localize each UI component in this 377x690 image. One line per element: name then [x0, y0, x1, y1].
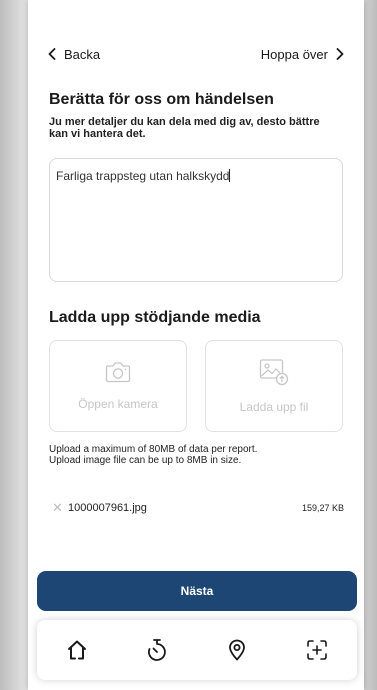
chevron-right-icon [336, 48, 344, 60]
chevron-left-icon [48, 48, 56, 60]
back-label: Backa [64, 46, 101, 62]
close-icon[interactable]: ✕ [52, 500, 68, 516]
description-input[interactable]: Farliga trappsteg utan halkskydd [49, 158, 343, 282]
next-button[interactable]: Nästa [37, 571, 357, 611]
description-value: Farliga trappsteg utan halkskydd [56, 169, 230, 183]
open-camera-button[interactable]: Öppen kamera [49, 340, 187, 432]
location-pin-icon[interactable] [217, 630, 257, 670]
top-navigation: Backa Hoppa över [48, 44, 344, 64]
upload-file-button[interactable]: Ladda upp fil [205, 340, 343, 432]
scan-add-icon[interactable] [297, 630, 337, 670]
media-section-title: Ladda upp stödjande media [49, 309, 261, 326]
page-title: Berätta för oss om händelsen [49, 91, 274, 108]
upload-limit-line: Upload image file can be up to 8MB in si… [49, 455, 242, 466]
device-frame-left [0, 0, 28, 690]
camera-icon [105, 362, 131, 383]
bottom-navigation [37, 620, 357, 680]
skip-label: Hoppa över [260, 46, 328, 62]
file-name: 1000007961.jpg [68, 502, 147, 514]
back-button[interactable]: Backa [48, 47, 100, 62]
page-subtitle: Ju mer detaljer du kan dela med dig av, … [49, 116, 320, 140]
open-camera-label: Öppen kamera [78, 397, 158, 411]
image-upload-icon [259, 359, 289, 386]
upload-file-label: Ladda upp fil [239, 400, 309, 414]
app-screen: Backa Hoppa över Berätta för oss om händ… [28, 0, 364, 690]
skip-button[interactable]: Hoppa över [261, 47, 344, 62]
upload-limit-line: Upload a maximum of 80MB of data per rep… [49, 444, 258, 455]
home-icon[interactable] [57, 630, 97, 670]
text-caret [229, 169, 231, 182]
file-size: 159,27 KB [301, 503, 344, 513]
stopwatch-icon[interactable] [137, 630, 177, 670]
attached-file-row: ✕ 1000007961.jpg 159,27 KB [52, 500, 344, 516]
upload-limits-note: Upload a maximum of 80MB of data per rep… [49, 444, 349, 466]
